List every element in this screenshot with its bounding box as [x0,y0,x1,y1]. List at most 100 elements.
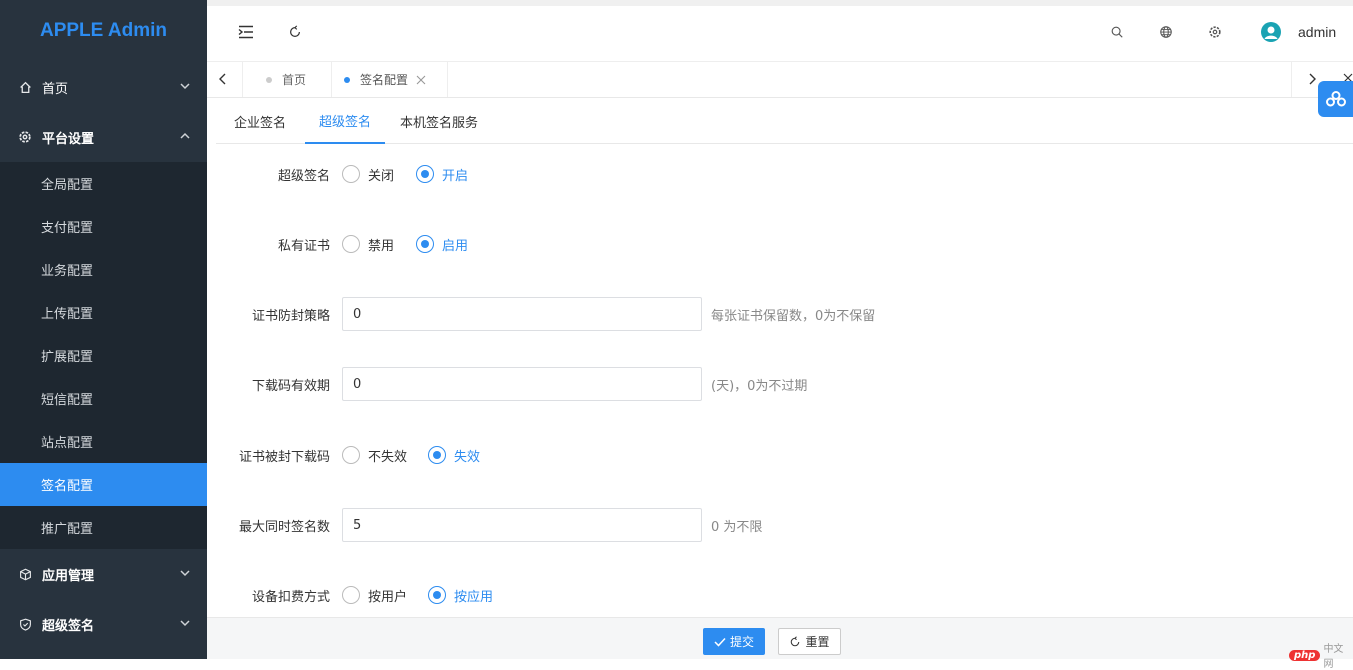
refresh-icon[interactable] [285,22,305,42]
radio-label: 启用 [442,238,469,254]
sidebar-item-sms-config[interactable]: 短信配置 [0,377,207,420]
globe-icon[interactable] [1156,22,1176,42]
close-icon[interactable] [416,75,426,85]
radio-circle [342,586,360,604]
gear-icon [18,130,32,144]
refresh-icon [791,635,800,646]
username[interactable]: admin [1298,24,1336,40]
form-hint: 每张证书保留数，0为不保留 [711,308,876,324]
radio-circle [416,235,434,253]
radio-circle [428,446,446,464]
tabs-bar: 首页 签名配置 [207,62,1353,98]
chevron-down-icon [180,83,190,90]
form-row-max-sign: 最大同时签名数 5 0 为不限 [216,507,1116,543]
tab-sign-config[interactable]: 签名配置 [344,62,426,97]
radio-super-sign-on[interactable]: 开启 [416,165,468,184]
radio-label: 按应用 [454,589,494,605]
sidebar-item-label: 首页 [42,81,69,97]
radio-cert-banned-invalid[interactable]: 失效 [428,446,480,465]
form-label: 证书防封策略 [251,308,330,324]
app-logo: APPLE Admin [0,0,207,62]
form-label: 超级签名 [277,168,330,184]
form-label: 设备扣费方式 [251,589,330,605]
form-footer: 提交 重置 [207,617,1353,659]
sidebar-item-app-management[interactable]: 应用管理 [0,549,207,599]
tabs-scroll-left-icon[interactable] [217,72,229,90]
form-row-cert-policy: 证书防封策略 0 每张证书保留数，0为不保留 [216,296,1116,332]
radio-label: 关闭 [368,168,395,184]
menu-collapse-icon[interactable] [236,22,256,42]
radio-label: 按用户 [368,589,408,605]
avatar[interactable] [1261,22,1281,42]
cert-policy-input[interactable]: 0 [342,297,702,331]
form-row-private-cert: 私有证书 禁用 启用 [216,226,1116,262]
sidebar-item-upload-config[interactable]: 上传配置 [0,291,207,334]
form-hint: (天)，0为不过期 [711,378,808,394]
shield-icon [18,617,32,631]
submit-button[interactable]: 提交 [703,628,765,655]
cube-icon [18,567,32,581]
form-row-download-valid: 下载码有效期 0 (天)，0为不过期 [216,366,1116,402]
sidebar-item-label: 平台设置 [42,131,95,147]
radio-circle [342,235,360,253]
radio-cert-banned-valid[interactable]: 不失效 [342,446,407,465]
form-row-device-fee: 设备扣费方式 按用户 按应用 [216,577,1116,613]
tab-label: 签名配置 [360,73,409,87]
radio-circle [342,446,360,464]
form-label: 证书被封下载码 [238,449,330,465]
sidebar-item-payment-config[interactable]: 支付配置 [0,205,207,248]
chevron-down-icon [180,620,190,627]
reset-label: 重置 [805,635,830,649]
submit-label: 提交 [729,635,754,649]
chevron-down-icon [180,570,190,577]
sidebar-item-platform[interactable]: 平台设置 [0,112,207,162]
top-bar: admin [207,0,1353,62]
form-label: 私有证书 [277,238,330,254]
radio-private-cert-disable[interactable]: 禁用 [342,235,394,254]
tabs-scroll-right-icon[interactable] [1306,72,1318,90]
sidebar-item-site-config[interactable]: 站点配置 [0,420,207,463]
watermark-text: 中文网 [1323,644,1344,670]
chevron-up-icon [180,132,190,139]
tab-super-sign[interactable]: 超级签名 [305,98,386,144]
sidebar-item-home[interactable]: 首页 [0,62,207,112]
sidebar-item-global-config[interactable]: 全局配置 [0,162,207,205]
radio-private-cert-enable[interactable]: 启用 [416,235,468,254]
check-icon [714,637,726,647]
sidebar-item-sign-config[interactable]: 签名配置 [0,463,207,506]
download-valid-input[interactable]: 0 [342,367,702,401]
tab-local-sign-service[interactable]: 本机签名服务 [386,98,492,144]
search-icon[interactable] [1107,22,1127,42]
form-hint: 0 为不限 [711,519,763,535]
form-row-super-sign: 超级签名 关闭 开启 [216,156,1116,192]
sidebar-item-promotion-config[interactable]: 推广配置 [0,506,207,549]
tab-label: 首页 [282,73,307,87]
radio-label: 禁用 [368,238,395,254]
sidebar-item-label: 应用管理 [42,568,95,584]
sidebar: APPLE Admin 首页 平台设置 全局配置 支付配置 业务配置 上传配置 … [0,0,207,659]
sidebar-item-business-config[interactable]: 业务配置 [0,248,207,291]
sign-type-tabs: 企业签名 超级签名 本机签名服务 [216,98,1353,144]
radio-device-fee-app[interactable]: 按应用 [428,586,493,605]
radio-circle [428,586,446,604]
tab-home[interactable]: 首页 [266,62,306,97]
radio-circle [342,165,360,183]
reset-button[interactable]: 重置 [778,628,841,655]
radio-circle [416,165,434,183]
tab-status-dot [266,76,272,83]
tab-status-dot [344,76,350,83]
home-icon [18,80,32,94]
form-row-cert-banned: 证书被封下载码 不失效 失效 [216,437,1116,473]
radio-label: 开启 [442,168,469,184]
form-label: 下载码有效期 [251,378,330,394]
sidebar-item-super-sign[interactable]: 超级签名 [0,599,207,649]
tab-enterprise-sign[interactable]: 企业签名 [220,98,300,144]
sidebar-item-extension-config[interactable]: 扩展配置 [0,334,207,377]
sidebar-item-label: 超级签名 [42,618,95,634]
radio-label: 失效 [454,449,481,465]
radio-device-fee-user[interactable]: 按用户 [342,586,407,605]
watermark: php 中文网 [1289,640,1353,670]
radio-super-sign-off[interactable]: 关闭 [342,165,394,184]
settings-icon[interactable] [1205,22,1225,42]
max-sign-input[interactable]: 5 [342,508,702,542]
